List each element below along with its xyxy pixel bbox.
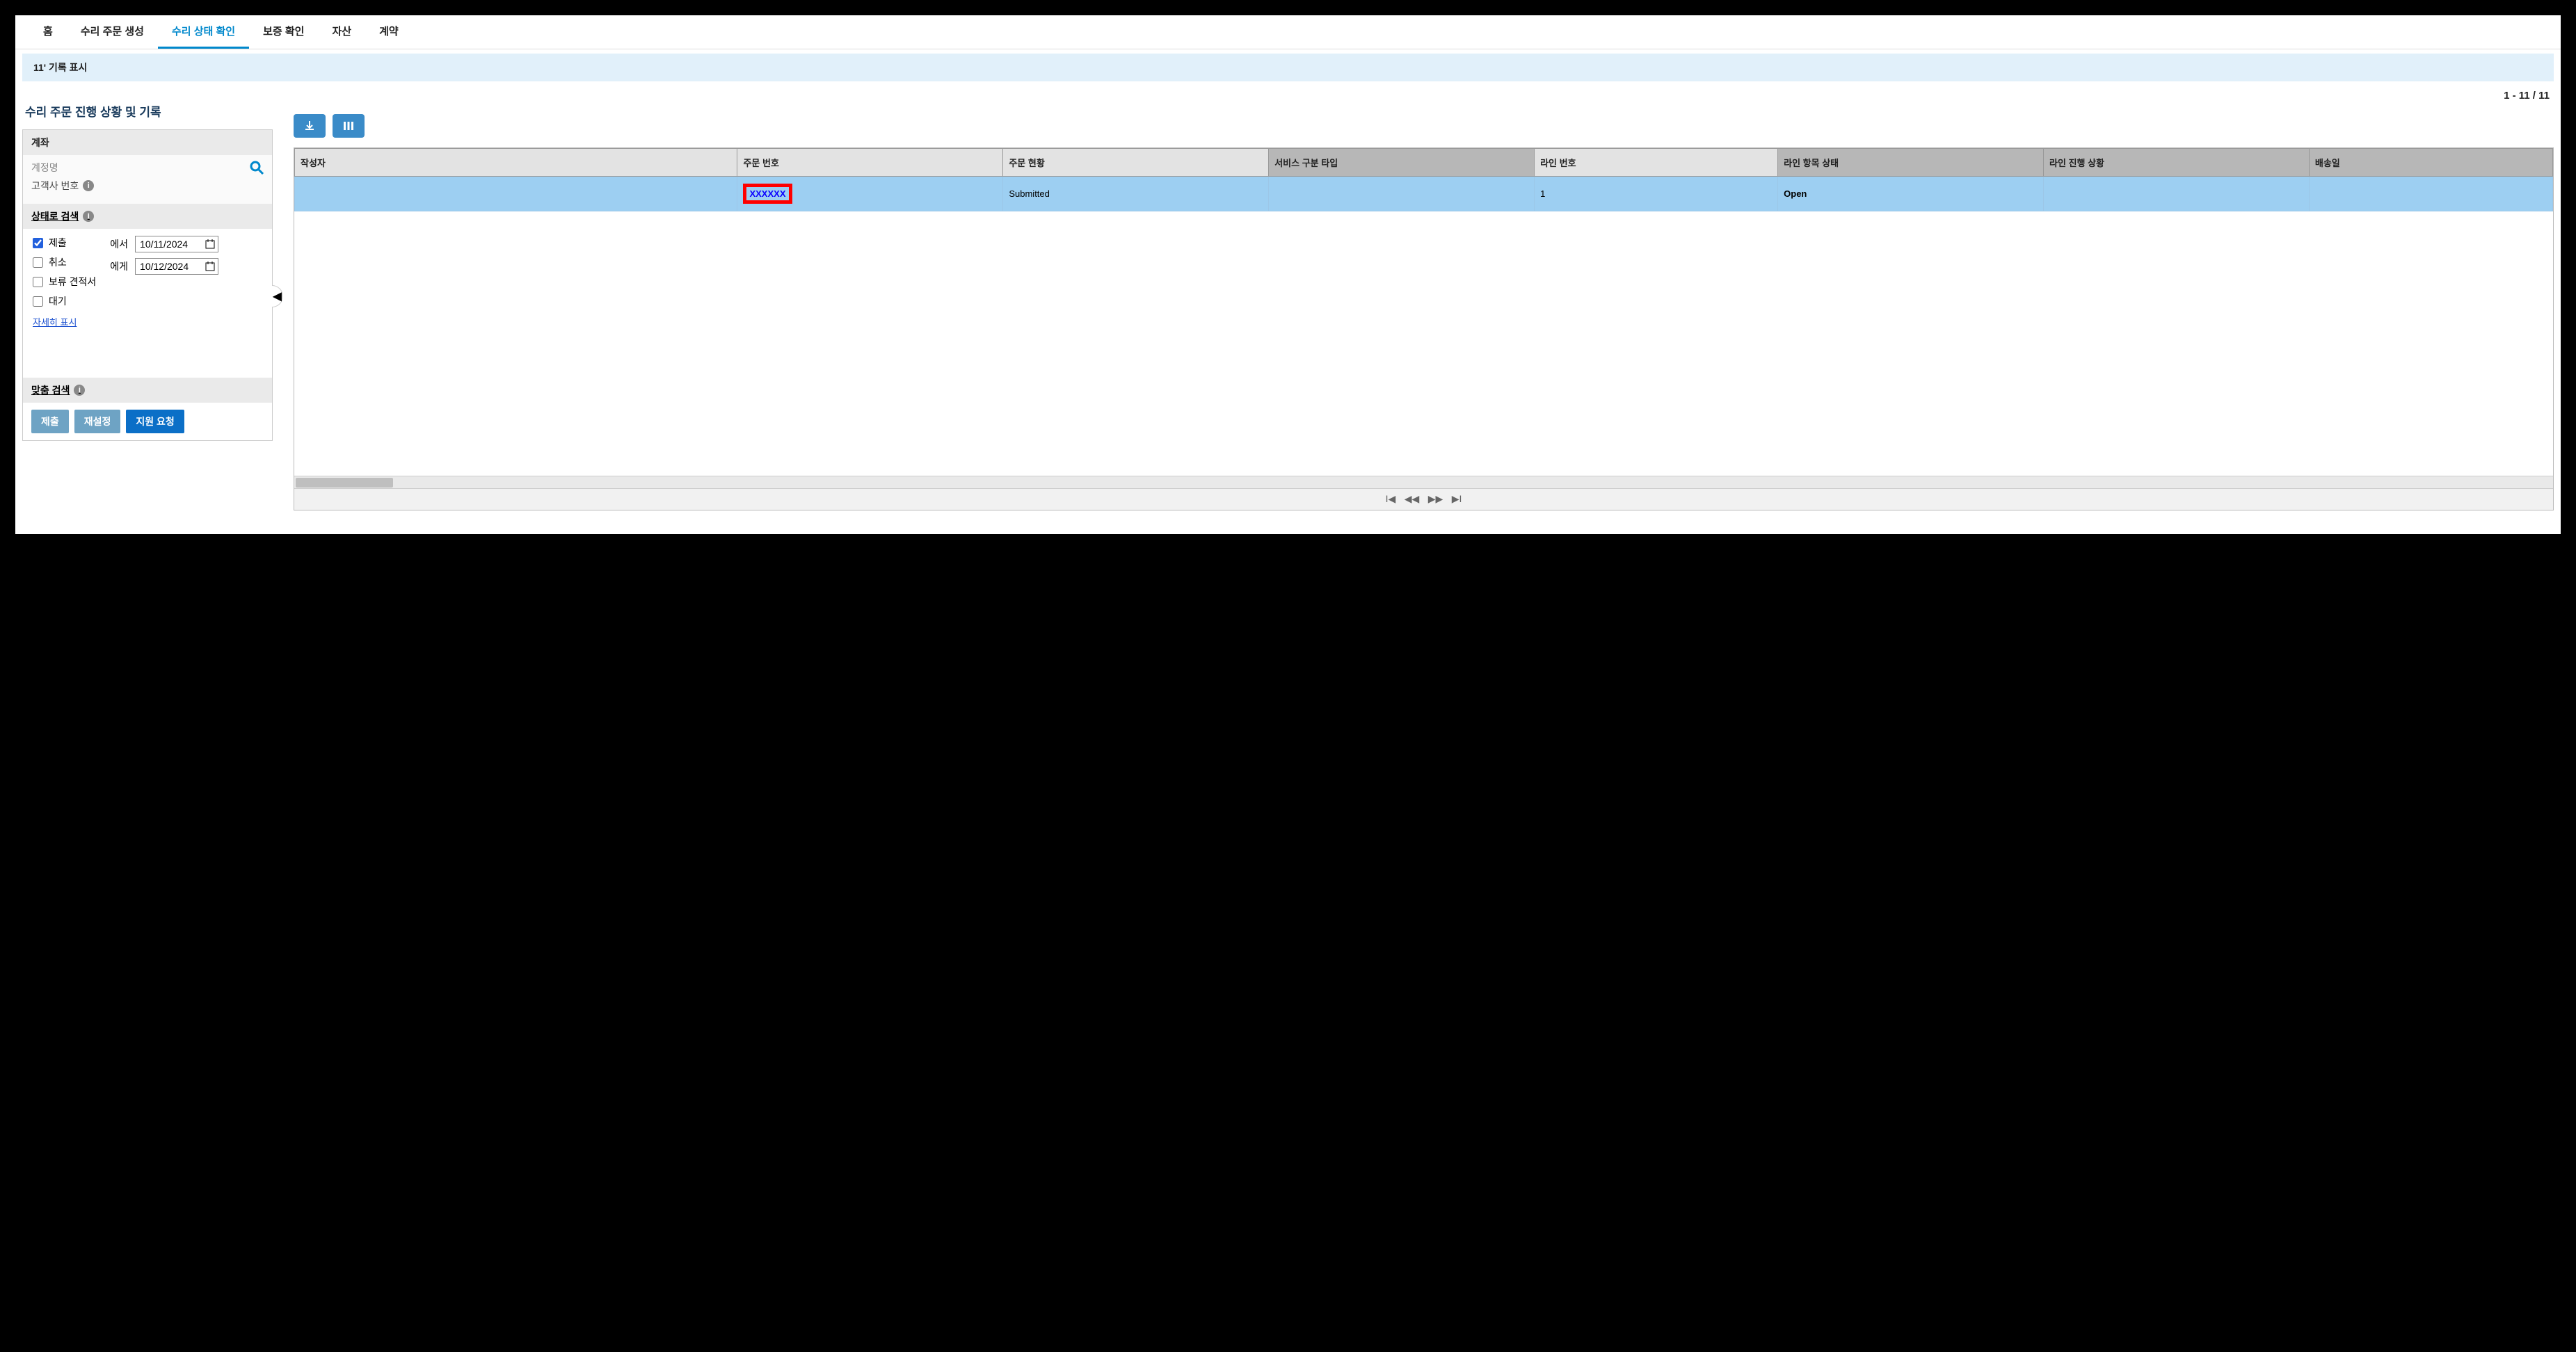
pager-last-icon[interactable]: ▶I [1452, 493, 1462, 504]
spacer [23, 336, 272, 378]
records-banner: 11' 기록 표시 [22, 54, 2554, 81]
tab-contract[interactable]: 계약 [365, 15, 413, 49]
checkbox-waiting-input[interactable] [33, 296, 43, 307]
results-grid: 작성자 주문 번호 주문 현황 서비스 구분 타입 라인 번호 라인 항목 상태… [294, 147, 2554, 510]
info-icon[interactable]: i [83, 211, 94, 222]
cell-line-no: 1 [1535, 177, 1778, 211]
checkbox-cancelled-input[interactable] [33, 257, 43, 268]
checkbox-pending-label: 보류 견적서 [49, 275, 96, 289]
cell-line-progress [2044, 177, 2310, 211]
checkbox-waiting-label: 대기 [49, 294, 67, 308]
horizontal-scrollbar[interactable] [294, 476, 2553, 488]
account-name-input[interactable]: 계정명 [31, 161, 58, 175]
col-line-progress[interactable]: 라인 진행 상황 [2044, 149, 2310, 177]
col-line-no[interactable]: 라인 번호 [1535, 149, 1778, 177]
col-ship-date[interactable]: 배송일 [2309, 149, 2552, 177]
tab-warranty[interactable]: 보증 확인 [249, 15, 318, 49]
reset-button[interactable]: 재설정 [74, 410, 121, 433]
content-area: 수리 주문 진행 상황 및 기록 계좌 계정명 고객사 번호 i [15, 81, 2561, 524]
account-header: 계좌 [23, 130, 272, 155]
pager-prev-icon[interactable]: ◀◀ [1405, 493, 1420, 504]
info-icon[interactable]: i [83, 180, 94, 191]
pagination-info: 1 - 11 / 11 [294, 90, 2554, 102]
checkbox-cancelled[interactable]: 취소 [33, 255, 96, 269]
cell-line-item-status: Open [1778, 177, 2044, 211]
filter-panel: 계좌 계정명 고객사 번호 i 상태로 검색 i [22, 129, 273, 441]
from-date-input[interactable] [135, 236, 218, 252]
cell-ship-date [2309, 177, 2552, 211]
chevron-left-icon: ◀ [273, 289, 281, 303]
custom-search-header: 맞춤 검색 i [23, 378, 272, 403]
support-request-button[interactable]: 지원 요청 [126, 410, 184, 433]
tab-home[interactable]: 홈 [29, 15, 67, 49]
checkbox-submitted[interactable]: 제출 [33, 236, 96, 250]
search-icon[interactable] [250, 161, 264, 175]
status-search-body: 제출 취소 보류 견적서 [23, 229, 272, 336]
download-icon [303, 120, 316, 132]
checkbox-pending-input[interactable] [33, 277, 43, 287]
to-date-input[interactable] [135, 258, 218, 275]
status-search-label: 상태로 검색 [31, 209, 79, 223]
pager: I◀ ◀◀ ▶▶ ▶I [294, 488, 2553, 510]
collapse-sidebar-handle[interactable]: ◀ [272, 285, 283, 307]
cell-order-no[interactable]: XXXXXX [737, 177, 1003, 211]
info-icon[interactable]: i [74, 385, 85, 396]
checkbox-cancelled-label: 취소 [49, 255, 67, 269]
toolbar [294, 114, 2554, 138]
to-date-label: 에게 [110, 259, 128, 273]
tab-asset[interactable]: 자산 [318, 15, 365, 49]
pager-next-icon[interactable]: ▶▶ [1428, 493, 1443, 504]
status-search-header: 상태로 검색 i [23, 204, 272, 229]
checkbox-submitted-input[interactable] [33, 238, 43, 248]
checkbox-waiting[interactable]: 대기 [33, 294, 96, 308]
tab-repair-status[interactable]: 수리 상태 확인 [158, 15, 249, 49]
app-window: 홈 수리 주문 생성 수리 상태 확인 보증 확인 자산 계약 11' 기록 표… [14, 14, 2562, 536]
show-more-link[interactable]: 자세히 표시 [33, 315, 77, 328]
cell-order-status: Submitted [1003, 177, 1269, 211]
account-body: 계정명 고객사 번호 i [23, 155, 272, 204]
grid-empty-area [294, 211, 2553, 476]
custom-search-label: 맞춤 검색 [31, 383, 70, 397]
pager-first-icon[interactable]: I◀ [1386, 493, 1396, 504]
col-order-status[interactable]: 주문 현황 [1003, 149, 1269, 177]
cell-author [295, 177, 737, 211]
order-number-link[interactable]: XXXXXX [743, 184, 792, 204]
download-button[interactable] [294, 114, 326, 138]
checkbox-pending[interactable]: 보류 견적서 [33, 275, 96, 289]
submit-button[interactable]: 제출 [31, 410, 69, 433]
from-date-label: 에서 [110, 237, 128, 251]
cell-service-type [1269, 177, 1535, 211]
table-header-row: 작성자 주문 번호 주문 현황 서비스 구분 타입 라인 번호 라인 항목 상태… [295, 149, 2553, 177]
button-row: 제출 재설정 지원 요청 [23, 403, 272, 440]
col-line-item-status[interactable]: 라인 항목 상태 [1778, 149, 2044, 177]
col-author[interactable]: 작성자 [295, 149, 737, 177]
columns-button[interactable] [333, 114, 365, 138]
scrollbar-thumb[interactable] [296, 478, 393, 488]
columns-icon [342, 120, 355, 132]
table-row[interactable]: XXXXXX Submitted 1 Open [295, 177, 2553, 211]
checkbox-submitted-label: 제출 [49, 236, 67, 250]
main-area: 1 - 11 / 11 작성자 [294, 90, 2554, 510]
sidebar-title: 수리 주문 진행 상황 및 기록 [25, 102, 273, 120]
sidebar: 수리 주문 진행 상황 및 기록 계좌 계정명 고객사 번호 i [22, 90, 273, 510]
col-order-no[interactable]: 주문 번호 [737, 149, 1003, 177]
customer-number-label: 고객사 번호 [31, 179, 79, 193]
col-service-type[interactable]: 서비스 구분 타입 [1269, 149, 1535, 177]
nav-tabs: 홈 수리 주문 생성 수리 상태 확인 보증 확인 자산 계약 [15, 15, 2561, 49]
tab-create-order[interactable]: 수리 주문 생성 [67, 15, 158, 49]
